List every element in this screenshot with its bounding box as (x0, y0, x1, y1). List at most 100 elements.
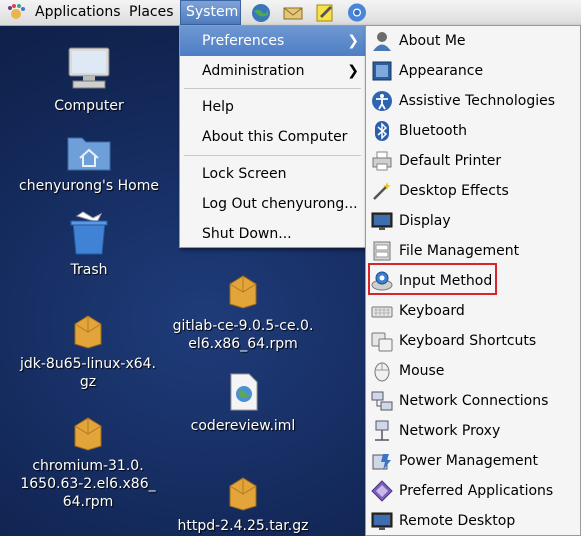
chevron-right-icon: ❯ (347, 63, 359, 79)
pref-label: Bluetooth (399, 123, 467, 139)
menu-item-log-out[interactable]: Log Out chenyurong... (180, 189, 365, 219)
computer-label: Computer (54, 98, 124, 114)
menu-item-shut-down[interactable]: Shut Down... (180, 219, 365, 249)
display-icon (371, 212, 393, 230)
pref-item-bluetooth[interactable]: Bluetooth (366, 116, 580, 146)
pref-label: Keyboard (399, 303, 465, 319)
mail-client-icon[interactable] (282, 2, 304, 23)
menu-item-preferences[interactable]: Preferences ❯ (180, 26, 365, 56)
system-menu-button[interactable]: System (180, 0, 241, 25)
pref-item-display[interactable]: Display (366, 206, 580, 236)
applications-menu[interactable]: Applications (30, 0, 126, 25)
bluetooth-icon (375, 121, 389, 141)
preferred-applications-icon (371, 480, 393, 502)
jdk-file-icon[interactable]: jdk-8u65-linux-x64. gz (18, 312, 158, 391)
about-me-icon (373, 32, 391, 51)
codereview-file-icon[interactable]: codereview.iml (178, 372, 308, 435)
menu-separator (184, 155, 361, 156)
globe-document-icon (230, 373, 258, 411)
pref-label: Appearance (399, 63, 484, 79)
help-label: Help (202, 99, 234, 115)
pref-label: Assistive Technologies (399, 93, 556, 109)
pref-item-network-connections[interactable]: Network Connections (366, 386, 580, 416)
gnome-foot-icon[interactable] (6, 3, 26, 23)
top-panel: Applications Places System (0, 0, 581, 26)
network-proxy-icon (375, 420, 389, 441)
pref-item-keyboard-shortcuts[interactable]: Keyboard Shortcuts (366, 326, 580, 356)
mouse-icon (374, 362, 390, 382)
computer-icon (68, 47, 110, 89)
places-menu[interactable]: Places (124, 0, 179, 25)
web-browser-icon[interactable] (250, 2, 272, 23)
chevron-right-icon: ❯ (347, 33, 359, 49)
home-label: chenyurong's Home (19, 178, 159, 194)
gitlab-file-icon[interactable]: gitlab-ce-9.0.5-ce.0. el6.x86_64.rpm (168, 272, 318, 353)
menu-item-administration[interactable]: Administration ❯ (180, 56, 365, 86)
notes-icon[interactable] (314, 2, 336, 23)
administration-label: Administration (202, 63, 305, 79)
archive-package-icon (229, 275, 257, 309)
menu-item-about-computer[interactable]: About this Computer (180, 122, 365, 152)
lock-label: Lock Screen (202, 166, 287, 182)
input-method-icon (371, 271, 393, 291)
computer-desktop-icon[interactable]: Computer (48, 46, 130, 115)
accessibility-icon (372, 91, 392, 111)
pref-item-keyboard[interactable]: Keyboard (366, 296, 580, 326)
pref-label: Default Printer (399, 153, 502, 169)
pref-label: Mouse (399, 363, 445, 379)
pref-item-default-printer[interactable]: Default Printer (366, 146, 580, 176)
pref-label: Network Proxy (399, 423, 501, 439)
pref-item-power-management[interactable]: Power Management (366, 446, 580, 476)
file-management-icon (373, 241, 391, 261)
pref-item-appearance[interactable]: Appearance (366, 56, 580, 86)
shutdown-label: Shut Down... (202, 226, 292, 242)
trash-icon (70, 211, 108, 255)
pref-label: Remote Desktop (399, 513, 516, 529)
home-folder-icon (67, 137, 111, 171)
about-label: About this Computer (202, 129, 348, 145)
pref-item-mouse[interactable]: Mouse (366, 356, 580, 386)
preferences-submenu: About Me Appearance Assistive Technologi… (365, 25, 581, 536)
pref-item-input-method[interactable]: Input Method (366, 266, 580, 296)
jdk-label: jdk-8u65-linux-x64. gz (20, 356, 156, 390)
archive-package-icon (229, 477, 257, 511)
keyboard-icon (371, 306, 393, 318)
pref-item-about-me[interactable]: About Me (366, 26, 580, 56)
pref-label: Keyboard Shortcuts (399, 333, 537, 349)
trash-desktop-icon[interactable]: Trash (55, 210, 123, 279)
keyboard-shortcuts-icon (371, 332, 393, 352)
archive-package-icon (74, 315, 102, 349)
menu-separator (184, 88, 361, 89)
pref-item-remote-desktop[interactable]: Remote Desktop (366, 506, 580, 536)
pref-label: Preferred Applications (399, 483, 554, 499)
archive-package-icon (74, 417, 102, 451)
pref-item-network-proxy[interactable]: Network Proxy (366, 416, 580, 446)
pref-label: Display (399, 213, 451, 229)
httpd-file-icon[interactable]: httpd-2.4.25.tar.gz (168, 474, 318, 535)
pref-item-preferred-applications[interactable]: Preferred Applications (366, 476, 580, 506)
pref-label: File Management (399, 243, 520, 259)
httpd-label: httpd-2.4.25.tar.gz (177, 518, 309, 534)
logout-label: Log Out chenyurong... (202, 196, 358, 212)
codereview-label: codereview.iml (190, 418, 296, 434)
pref-label: Desktop Effects (399, 183, 509, 199)
pref-item-assistive-technologies[interactable]: Assistive Technologies (366, 86, 580, 116)
preferences-label: Preferences (202, 33, 285, 49)
pref-item-desktop-effects[interactable]: Desktop Effects (366, 176, 580, 206)
home-desktop-icon[interactable]: chenyurong's Home (14, 132, 164, 195)
menu-item-help[interactable]: Help (180, 92, 365, 122)
power-management-icon (372, 454, 391, 470)
chromium-icon[interactable] (346, 2, 368, 23)
trash-label: Trash (70, 262, 108, 278)
printer-icon (372, 151, 392, 171)
pref-label: About Me (399, 33, 466, 49)
menu-item-lock-screen[interactable]: Lock Screen (180, 159, 365, 189)
desktop-effects-icon (373, 182, 391, 200)
pref-label: Power Management (399, 453, 539, 469)
gitlab-label: gitlab-ce-9.0.5-ce.0. el6.x86_64.rpm (172, 318, 314, 352)
pref-label: Network Connections (399, 393, 549, 409)
chromium-file-icon[interactable]: chromium-31.0. 1650.63-2.el6.x86_ 64.rpm (18, 414, 158, 511)
pref-item-file-management[interactable]: File Management (366, 236, 580, 266)
appearance-icon (372, 61, 392, 81)
system-menu: Preferences ❯ Administration ❯ Help Abou… (179, 25, 366, 248)
